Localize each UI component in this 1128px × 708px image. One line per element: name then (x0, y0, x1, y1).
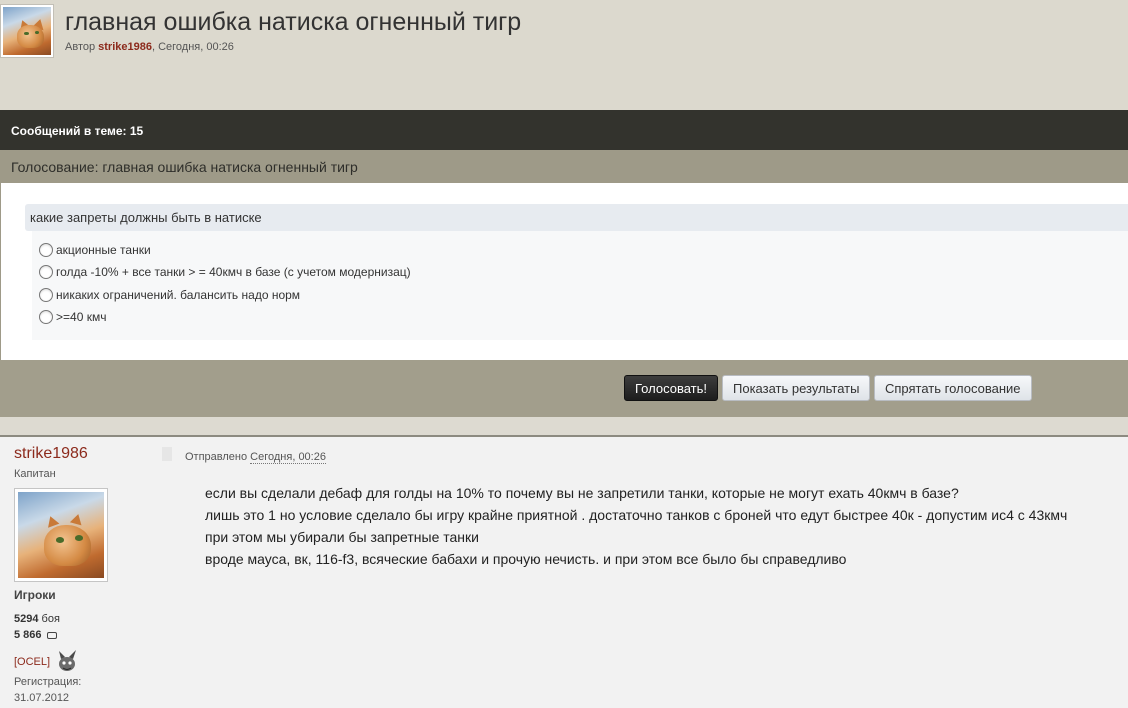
clan-emblem-icon[interactable] (56, 649, 78, 673)
clan-link[interactable]: [OCEL] (14, 656, 50, 668)
post-author-link[interactable]: strike1986 (14, 445, 88, 463)
post-date-link[interactable]: Сегодня, 00:26 (250, 451, 326, 464)
posts-stat: 5 866 (14, 629, 57, 641)
battles-stat: 5294 боя (14, 613, 60, 625)
poll-header: Голосование: главная ошибка натиска огне… (0, 150, 1128, 183)
hide-poll-button[interactable]: Спрятать голосование (874, 375, 1032, 401)
post-author-group: Игроки (14, 588, 56, 602)
poll-option[interactable]: голда -10% + все танки > = 40кмч в базе … (39, 265, 411, 279)
poll-options: акционные танки голда -10% + все танки >… (32, 231, 1128, 340)
vote-button[interactable]: Голосовать! (624, 375, 718, 401)
poll-option[interactable]: акционные танки (39, 243, 151, 257)
message-count-bar: Сообщений в теме: 15 (0, 110, 1128, 150)
topic-author-link[interactable]: strike1986 (98, 41, 152, 53)
post-text-line: вроде мауса, вк, 116-f3, всяческие бабах… (205, 551, 847, 567)
registration-label: Регистрация: (14, 676, 82, 688)
poll-option-label: акционные танки (56, 243, 151, 257)
post: strike1986 Капитан Игроки 5294 боя 5 866… (0, 437, 1128, 708)
poll-question: какие запреты должны быть в натиске (25, 204, 1128, 231)
radio-icon[interactable] (39, 265, 53, 279)
poll-body: какие запреты должны быть в натиске акци… (0, 183, 1128, 360)
poll-option-label: голда -10% + все танки > = 40кмч в базе … (56, 265, 411, 279)
comment-icon (46, 632, 57, 639)
post-marker (162, 447, 172, 461)
topic-meta: Автор strike1986, Сегодня, 00:26 (65, 41, 234, 53)
poll-option-label: >=40 кмч (56, 310, 107, 324)
topic-meta-prefix: Автор (65, 41, 99, 53)
topic-header: главная ошибка натиска огненный тигр Авт… (0, 0, 1128, 110)
topic-title: главная ошибка натиска огненный тигр (65, 8, 522, 36)
poll-option-label: никаких ограничений. балансить надо норм (56, 288, 301, 302)
topic-meta-date: , Сегодня, 00:26 (151, 41, 234, 53)
posted-prefix: Отправлено (185, 451, 251, 463)
message-count: Сообщений в теме: 15 (11, 124, 144, 138)
poll-footer: Голосовать! Показать результаты Спрятать… (0, 360, 1128, 417)
posts-count: 5 866 (14, 629, 42, 641)
poll-option[interactable]: никаких ограничений. балансить надо норм (39, 288, 300, 302)
poll-option[interactable]: >=40 кмч (39, 310, 106, 324)
battles-label: боя (38, 613, 60, 625)
post-text-line: лишь это 1 но условие сделало бы игру кр… (205, 507, 1068, 523)
show-results-button[interactable]: Показать результаты (722, 375, 871, 401)
radio-icon[interactable] (39, 310, 53, 324)
post-text-line: если вы сделали дебаф для голды на 10% т… (205, 485, 959, 501)
radio-icon[interactable] (39, 243, 53, 257)
avatar-cat-image (3, 7, 51, 55)
posted-line: Отправлено Сегодня, 00:26 (185, 451, 326, 464)
avatar-cat-image (18, 492, 104, 578)
battles-count: 5294 (14, 613, 39, 625)
post-author-rank: Капитан (14, 468, 56, 480)
registration-date: 31.07.2012 (14, 692, 70, 704)
poll-title: Голосование: главная ошибка натиска огне… (11, 159, 358, 175)
post-text-line: при этом мы убирали бы запретные танки (205, 529, 479, 545)
post-author-avatar[interactable] (14, 488, 108, 582)
radio-icon[interactable] (39, 288, 53, 302)
topic-author-avatar[interactable] (0, 4, 54, 58)
divider (0, 417, 1128, 435)
